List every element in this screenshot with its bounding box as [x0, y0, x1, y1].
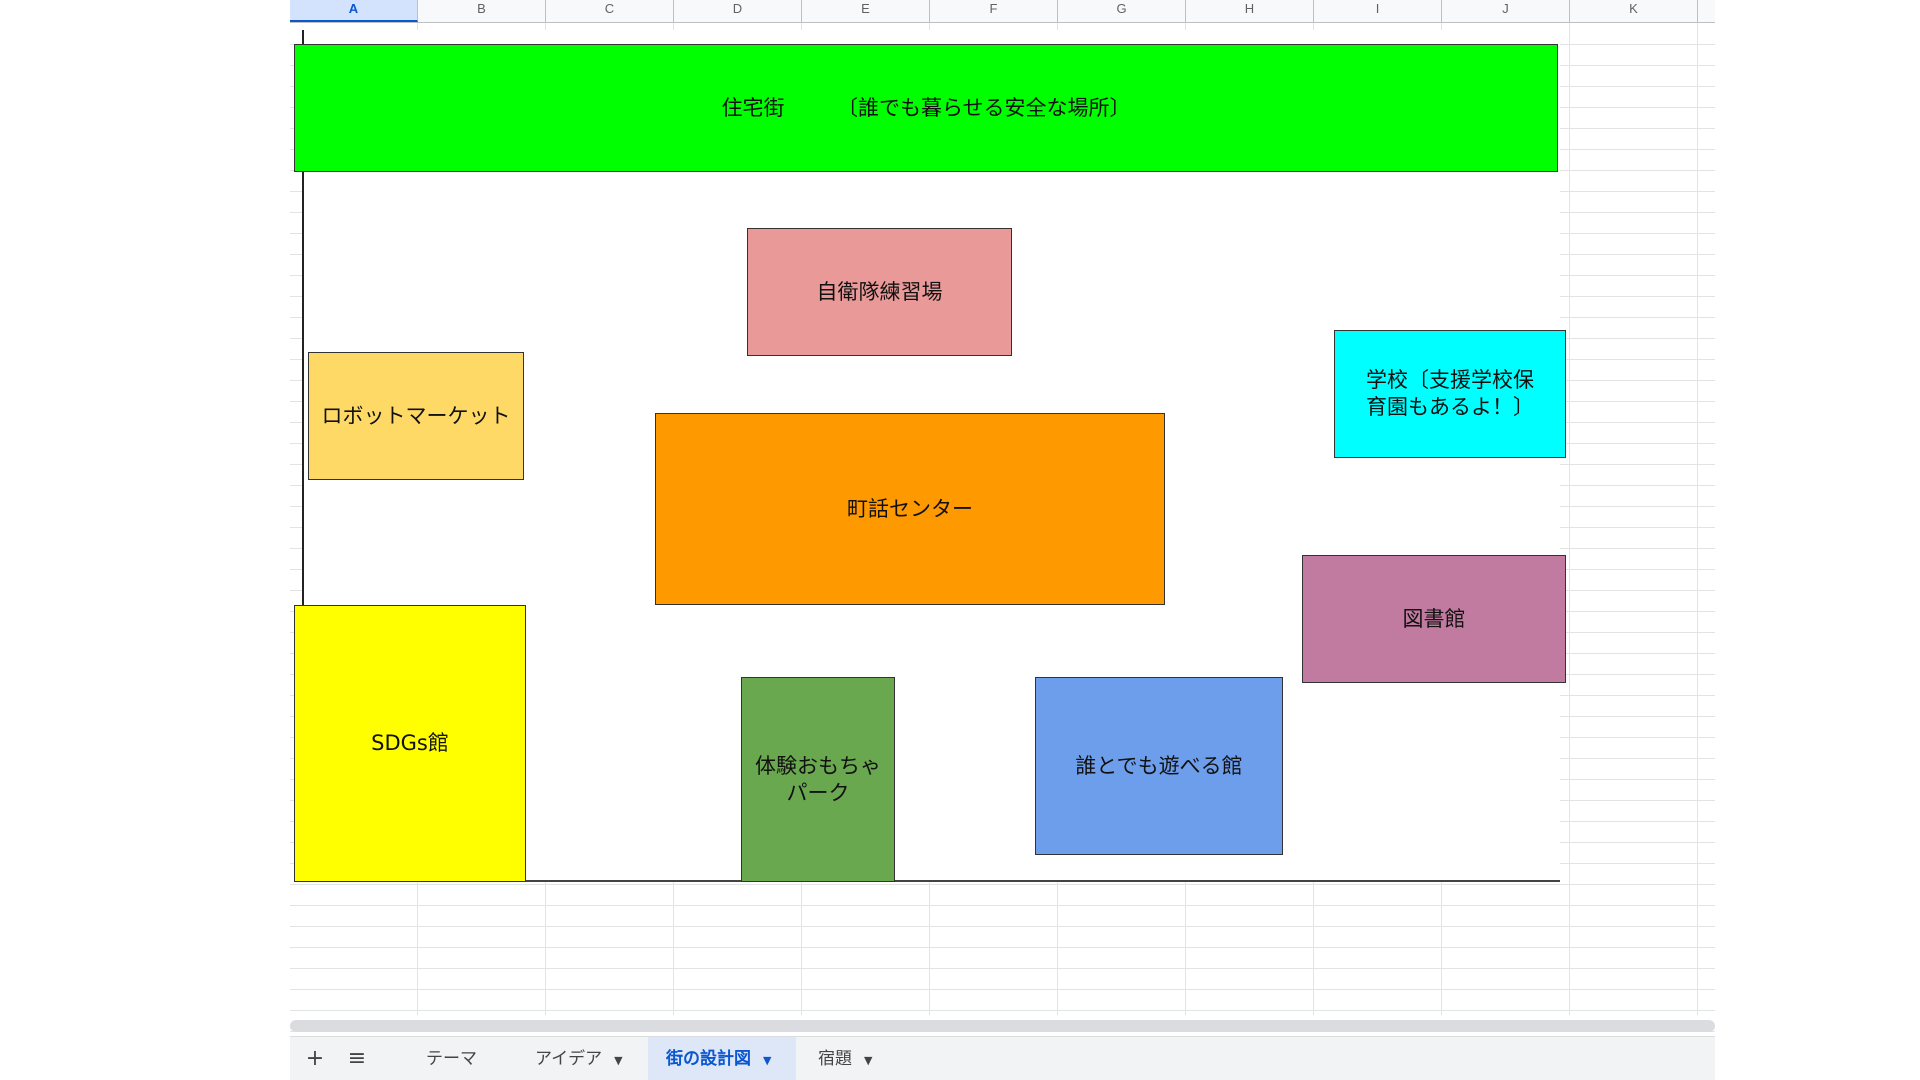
- add-sheet-button[interactable]: +: [300, 1037, 330, 1080]
- sdf-training-box[interactable]: 自衛隊練習場: [747, 228, 1012, 356]
- town-map-drawing[interactable]: 住宅街 〔誰でも暮らせる安全な場所〕 自衛隊練習場 ロボットマーケット 学校〔支…: [294, 30, 1566, 882]
- column-header-g[interactable]: G: [1058, 0, 1186, 22]
- play-hall-box[interactable]: 誰とでも遊べる館: [1035, 677, 1283, 855]
- sheet-tab-bar: + ≡ テーマ▼ アイデア▼ 街の設計図▼ 宿題▼: [290, 1036, 1715, 1080]
- tab-theme[interactable]: テーマ▼: [408, 1037, 508, 1080]
- column-header-b[interactable]: B: [418, 0, 546, 22]
- column-header-i[interactable]: I: [1314, 0, 1442, 22]
- town-center-box[interactable]: 町話センター: [655, 413, 1165, 605]
- library-box[interactable]: 図書館: [1302, 555, 1566, 683]
- sdgs-hall-box[interactable]: SDGs館: [294, 605, 526, 882]
- column-header-d[interactable]: D: [674, 0, 802, 22]
- column-header-e[interactable]: E: [802, 0, 930, 22]
- column-header-j[interactable]: J: [1442, 0, 1570, 22]
- spreadsheet: A B C D E F G H I J K 1 住宅街 〔誰でも暮らせる安全な場…: [290, 0, 1715, 1080]
- grid-row-line: [290, 947, 1715, 948]
- tab-town-blueprint[interactable]: 街の設計図 ▼: [648, 1037, 796, 1080]
- grid-row-line: [290, 905, 1715, 906]
- column-header-k[interactable]: K: [1570, 0, 1698, 22]
- toy-park-box[interactable]: 体験おもちゃパーク: [741, 677, 895, 882]
- housing-area-box[interactable]: 住宅街 〔誰でも暮らせる安全な場所〕: [294, 44, 1558, 172]
- column-header-row: A B C D E F G H I J K: [290, 0, 1715, 23]
- grid-row-line: [290, 989, 1715, 990]
- all-sheets-menu-icon[interactable]: ≡: [342, 1037, 372, 1080]
- grid-column-line: [1697, 23, 1698, 1015]
- grid-row-line: [290, 968, 1715, 969]
- grid-row-line: [290, 926, 1715, 927]
- robot-market-box[interactable]: ロボットマーケット: [308, 352, 524, 480]
- column-header-h[interactable]: H: [1186, 0, 1314, 22]
- tab-homework[interactable]: 宿題 ▼: [800, 1037, 900, 1080]
- column-header-f[interactable]: F: [930, 0, 1058, 22]
- grid-row-line: [290, 884, 1715, 885]
- grid-column-line: [1569, 23, 1570, 1015]
- horizontal-scrollbar[interactable]: [290, 1020, 1715, 1032]
- column-header-a[interactable]: A: [290, 0, 418, 22]
- school-box[interactable]: 学校〔支援学校保育園もあるよ！〕: [1334, 330, 1566, 458]
- grid-row-line: [290, 1010, 1715, 1011]
- tab-idea[interactable]: アイデア ▼: [517, 1037, 642, 1080]
- column-header-c[interactable]: C: [546, 0, 674, 22]
